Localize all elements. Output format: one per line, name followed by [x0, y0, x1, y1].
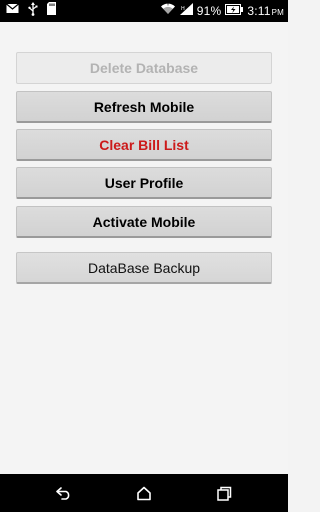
home-icon[interactable]	[134, 483, 154, 503]
clear-bill-list-button[interactable]: Clear Bill List	[16, 129, 272, 161]
battery-percent: 91%	[196, 4, 222, 18]
usb-icon	[28, 1, 38, 21]
clock-suffix: PM	[271, 8, 284, 17]
refresh-mobile-label: Refresh Mobile	[93, 98, 195, 115]
notification-icons	[6, 1, 56, 21]
user-profile-label: User Profile	[104, 174, 184, 191]
recent-apps-icon[interactable]	[214, 483, 234, 503]
sd-card-icon	[47, 2, 56, 20]
delete-database-button: Delete Database	[16, 52, 272, 84]
back-icon[interactable]	[54, 483, 74, 503]
clear-bill-list-label: Clear Bill List	[99, 136, 189, 153]
main-content: Delete Database Refresh Mobile Clear Bil…	[0, 22, 288, 474]
wifi-icon	[160, 2, 176, 20]
clock: 3:11 PM	[247, 4, 284, 18]
battery-icon	[225, 2, 244, 20]
activate-mobile-label: Activate Mobile	[92, 213, 196, 230]
delete-database-label: Delete Database	[89, 60, 199, 76]
system-status: H 91% 3:11 PM	[160, 2, 284, 20]
activate-mobile-button[interactable]: Activate Mobile	[16, 206, 272, 238]
user-profile-button[interactable]: User Profile	[16, 167, 272, 199]
status-bar: H 91% 3:11 PM	[0, 0, 288, 22]
navigation-bar	[0, 474, 288, 512]
message-icon	[6, 2, 19, 20]
database-backup-label: DataBase Backup	[87, 259, 201, 276]
database-backup-button[interactable]: DataBase Backup	[16, 252, 272, 284]
clock-time: 3:11	[247, 4, 271, 18]
svg-text:H: H	[181, 6, 185, 12]
refresh-mobile-button[interactable]: Refresh Mobile	[16, 91, 272, 123]
signal-icon: H	[179, 2, 193, 20]
